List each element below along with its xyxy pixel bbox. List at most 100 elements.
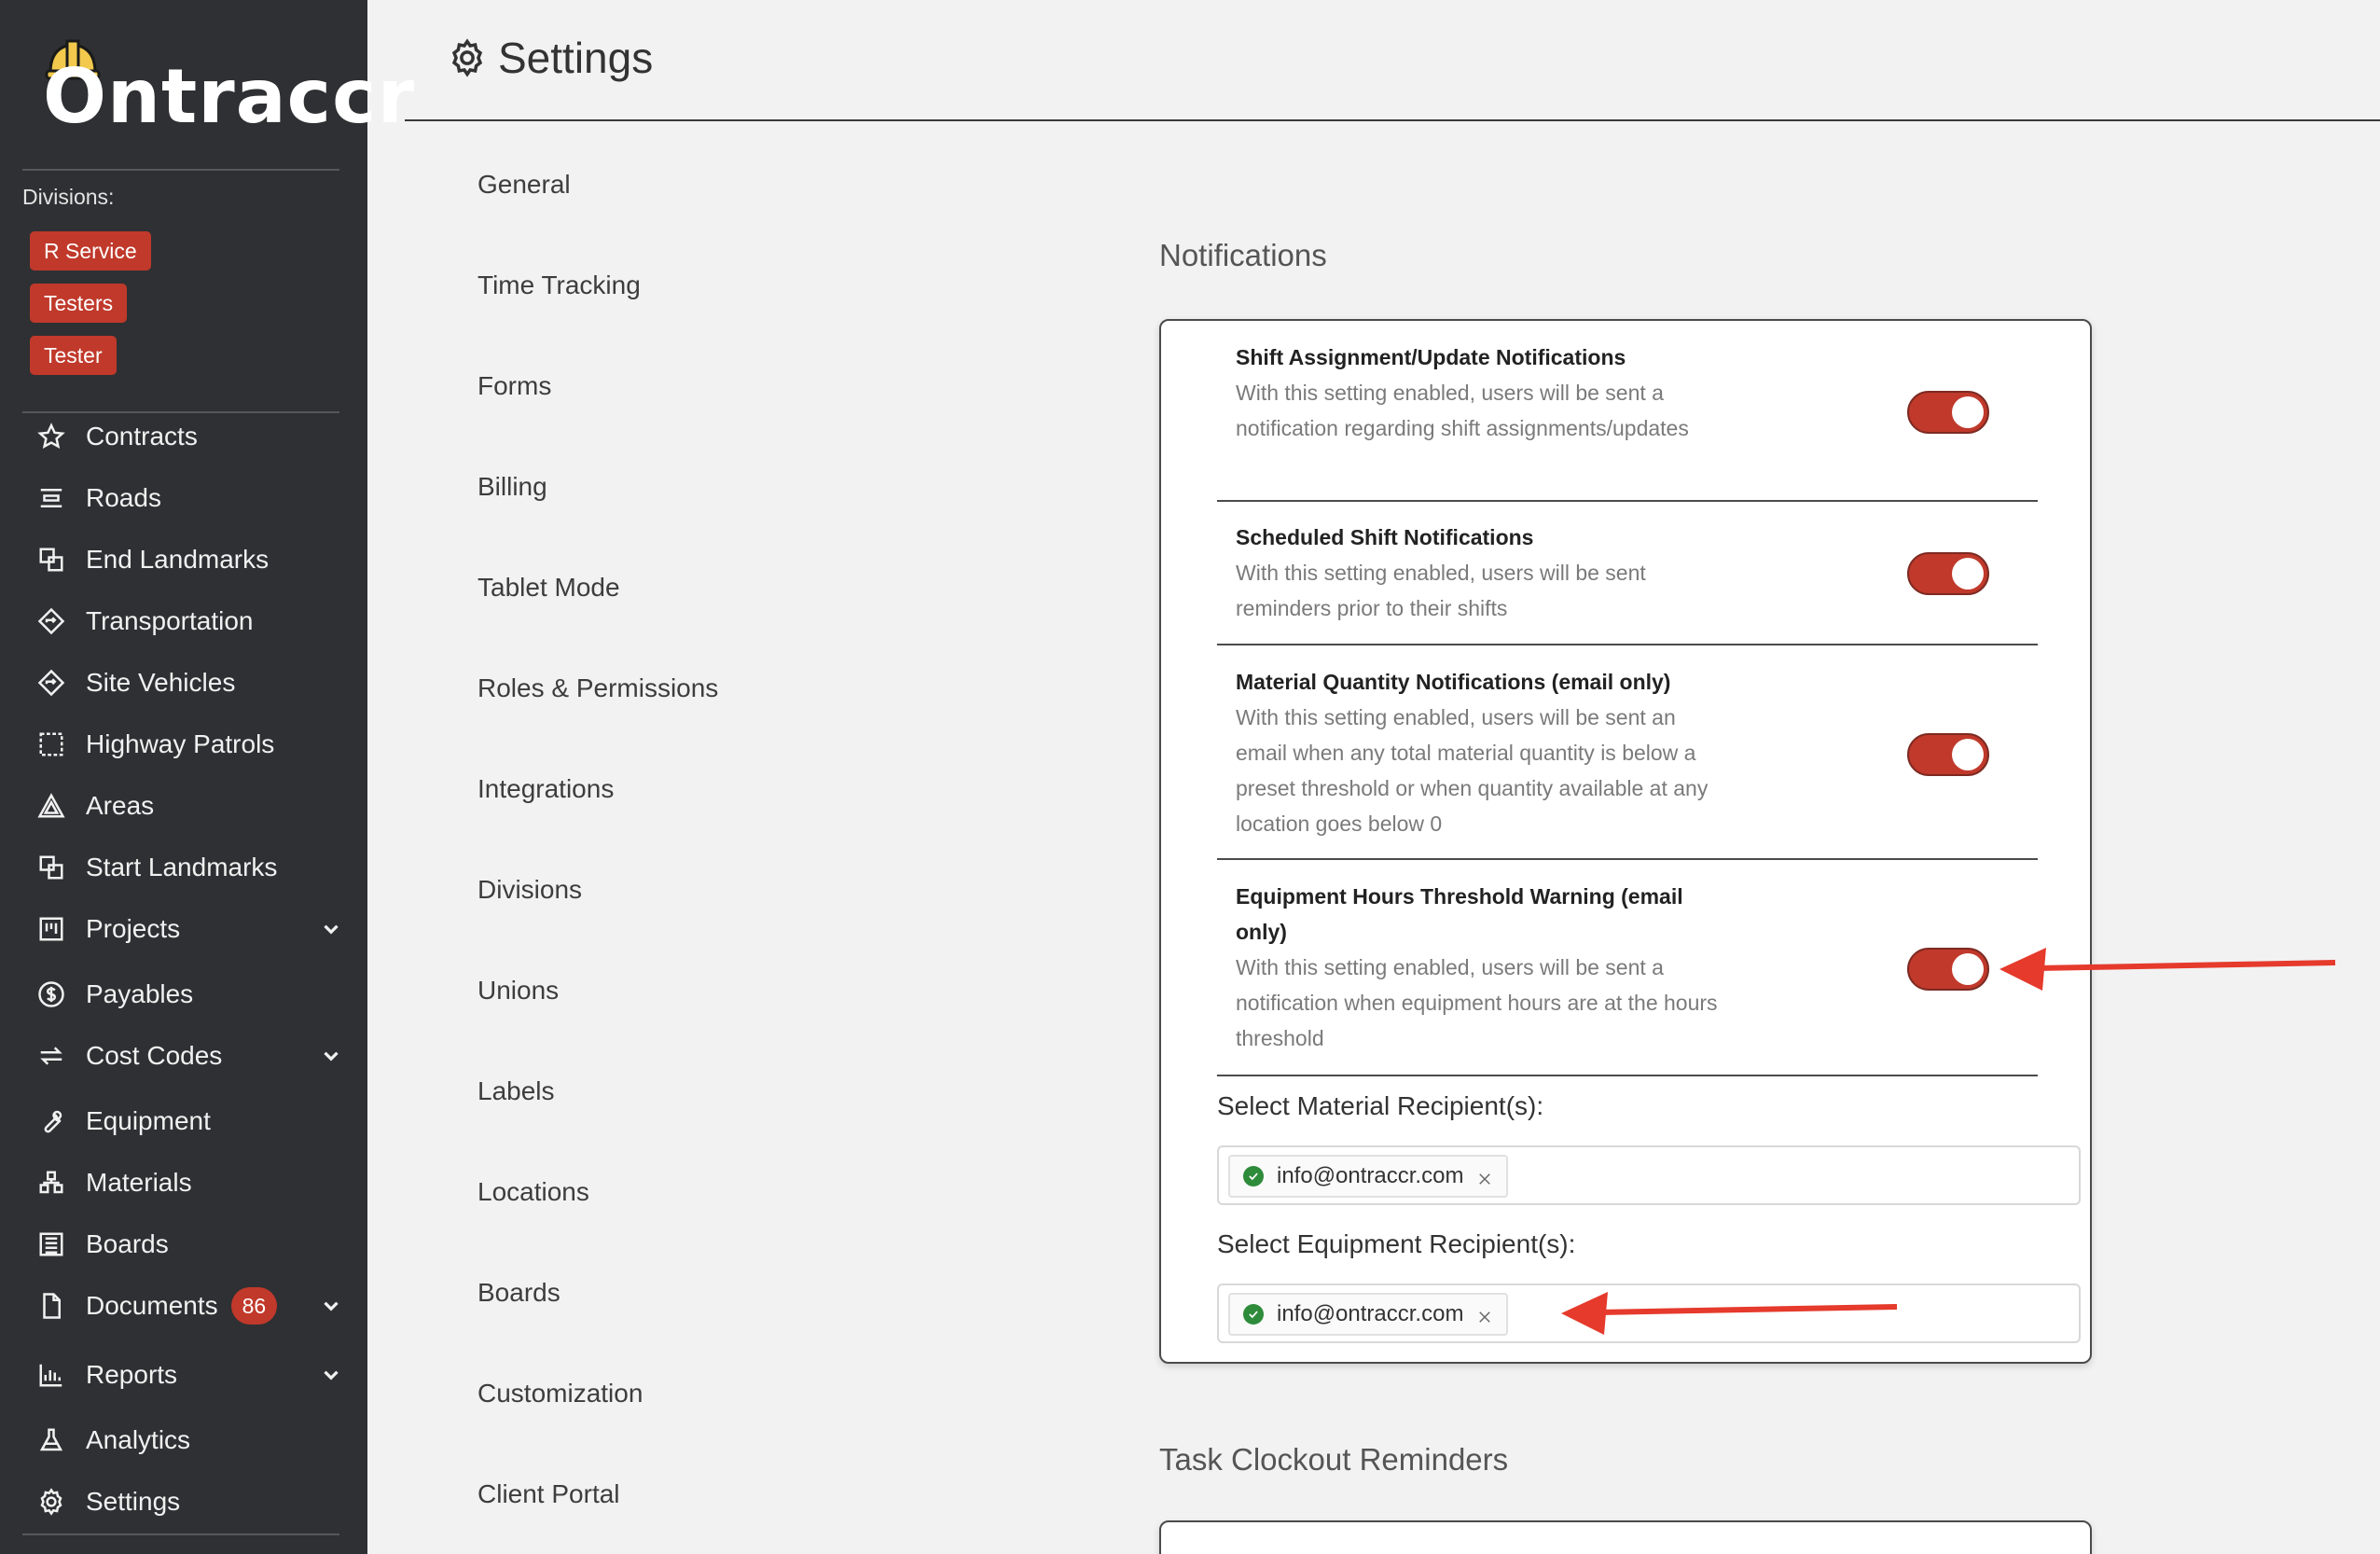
setting-description: With this setting enabled, users will be…: [1236, 705, 1709, 836]
layers-icon: [35, 852, 67, 883]
recipient-email: info@ontraccr.com: [1277, 1163, 1464, 1188]
setting-title: Equipment Hours Threshold Warning (email…: [1236, 884, 1683, 944]
project-icon: [35, 913, 67, 945]
chevron-down-icon[interactable]: [319, 1363, 343, 1387]
scheduled-shift-toggle[interactable]: [1907, 552, 1989, 595]
sidebar-item-label: Reports: [86, 1360, 178, 1389]
sidebar-item-label: Documents: [86, 1291, 218, 1320]
sidebar-item-contracts[interactable]: Contracts: [35, 413, 343, 460]
setting-title: Shift Assignment/Update Notifications: [1236, 345, 1626, 369]
division-tag-testers[interactable]: Testers: [30, 284, 128, 323]
settings-menu-unions[interactable]: Unions: [477, 972, 559, 1009]
star-icon: [35, 421, 67, 452]
road-icon: [35, 482, 67, 514]
sidebar-item-label: Boards: [86, 1229, 169, 1258]
equipment-hours-toggle[interactable]: [1907, 948, 1989, 991]
sidebar-item-highway-patrols[interactable]: Highway Patrols: [35, 721, 343, 768]
sidebar-item-analytics[interactable]: Analytics: [35, 1417, 343, 1464]
close-icon[interactable]: [1476, 1168, 1493, 1185]
sidebar-item-settings[interactable]: Settings: [35, 1478, 343, 1525]
settings-menu-locations[interactable]: Locations: [477, 1173, 589, 1211]
material-recipients-label: Select Material Recipient(s):: [1217, 1091, 1544, 1120]
notifications-card: Shift Assignment/Update Notifications Wi…: [1159, 319, 2092, 1364]
document-icon: [35, 1290, 67, 1322]
sidebar-item-label: Equipment: [86, 1106, 211, 1135]
annotation-arrow-toggle: [1999, 948, 2336, 991]
board-icon: [35, 1228, 67, 1260]
sidebar-item-label: Highway Patrols: [86, 729, 275, 758]
settings-menu-tablet-mode[interactable]: Tablet Mode: [477, 569, 620, 606]
setting-title: Scheduled Shift Notifications: [1236, 525, 1534, 549]
settings-menu-general[interactable]: General: [477, 166, 571, 203]
setting-title: Material Quantity Notifications (email o…: [1236, 670, 1671, 694]
brand-wordmark: Ontraccr: [43, 53, 415, 140]
division-tag-r-service[interactable]: R Service: [30, 231, 151, 271]
swap-icon: [35, 1040, 67, 1072]
sidebar-item-label: Areas: [86, 791, 155, 820]
settings-menu-boards[interactable]: Boards: [477, 1274, 560, 1311]
sidebar-item-materials[interactable]: Materials: [35, 1159, 343, 1206]
sidebar-item-label: Contracts: [86, 422, 198, 451]
chevron-down-icon[interactable]: [319, 1044, 343, 1068]
close-icon[interactable]: [1476, 1306, 1493, 1323]
sidebar-item-payables[interactable]: Payables: [35, 971, 343, 1018]
brand-logo[interactable]: Ontraccr: [43, 34, 414, 134]
sidebar-item-boards[interactable]: Boards: [35, 1221, 343, 1268]
diamond-route-icon: [35, 667, 67, 699]
sidebar-item-end-landmarks[interactable]: End Landmarks: [35, 536, 343, 583]
setting-row-shift-assignment: Shift Assignment/Update Notifications Wi…: [1161, 340, 2090, 496]
sidebar-item-label: Start Landmarks: [86, 853, 278, 881]
settings-menu-time-tracking[interactable]: Time Tracking: [477, 267, 641, 304]
setting-row-material-quantity: Material Quantity Notifications (email o…: [1161, 664, 2090, 860]
setting-row-clockout-reminder: Clockout Reminder Notifications: [1161, 1545, 2090, 1554]
documents-count-badge: 86: [230, 1287, 278, 1325]
settings-menu-client-portal[interactable]: Client Portal: [477, 1476, 620, 1513]
sidebar-item-areas[interactable]: Areas: [35, 783, 343, 829]
setting-row-equipment-hours: Equipment Hours Threshold Warning (email…: [1161, 879, 2090, 1056]
sidebar: Ontraccr Divisions: R Service Testers Te…: [0, 0, 414, 1554]
sidebar-item-roads[interactable]: Roads: [35, 475, 343, 521]
setting-description: With this setting enabled, users will be…: [1236, 381, 1689, 440]
sidebar-item-start-landmarks[interactable]: Start Landmarks: [35, 844, 343, 891]
sidebar-item-documents[interactable]: Documents 86: [35, 1283, 343, 1329]
wrench-icon: [35, 1105, 67, 1137]
sidebar-item-label: Cost Codes: [86, 1041, 223, 1070]
recipient-chip: info@ontraccr.com: [1228, 1155, 1509, 1198]
settings-menu-customization[interactable]: Customization: [477, 1375, 643, 1412]
setting-description: With this setting enabled, users will be…: [1236, 561, 1646, 620]
sidebar-item-label: Roads: [86, 483, 161, 512]
settings-menu-integrations[interactable]: Integrations: [477, 770, 614, 808]
recipient-email: info@ontraccr.com: [1277, 1301, 1464, 1326]
sidebar-item-label: Payables: [86, 979, 194, 1008]
settings-menu-forms[interactable]: Forms: [477, 368, 551, 405]
gear-icon: [35, 1486, 67, 1518]
sidebar-item-equipment[interactable]: Equipment: [35, 1098, 343, 1145]
division-tag-tester[interactable]: Tester: [30, 336, 117, 375]
gear-icon: [451, 38, 483, 77]
sidebar-item-transportation[interactable]: Transportation: [35, 598, 343, 645]
row-divider: [1217, 1075, 2038, 1076]
shift-assignment-toggle[interactable]: [1907, 391, 1989, 434]
sidebar-item-label: Analytics: [86, 1425, 191, 1454]
chevron-down-icon[interactable]: [319, 1294, 343, 1318]
sidebar-item-label: Materials: [86, 1168, 192, 1197]
material-recipients-select[interactable]: info@ontraccr.com: [1217, 1145, 2081, 1205]
material-quantity-toggle[interactable]: [1907, 733, 1989, 776]
task-clockout-card: Clockout Reminder Notifications: [1159, 1520, 2092, 1554]
row-divider: [1217, 858, 2038, 860]
sidebar-item-projects[interactable]: Projects: [35, 906, 343, 952]
sidebar-item-label: End Landmarks: [86, 545, 270, 574]
sidebar-item-site-vehicles[interactable]: Site Vehicles: [35, 659, 343, 706]
page-title-text: Settings: [498, 34, 654, 82]
divisions-label: Divisions:: [22, 185, 115, 209]
boxes-icon: [35, 1167, 67, 1199]
settings-menu-billing[interactable]: Billing: [477, 468, 547, 506]
page-title: Settings: [448, 30, 653, 86]
settings-menu-labels[interactable]: Labels: [477, 1073, 555, 1110]
task-clockout-section-title: Task Clockout Reminders: [1159, 1442, 1509, 1477]
sidebar-item-cost-codes[interactable]: Cost Codes: [35, 1033, 343, 1079]
settings-menu-roles-permissions[interactable]: Roles & Permissions: [477, 670, 718, 707]
sidebar-item-reports[interactable]: Reports: [35, 1352, 343, 1398]
settings-menu-divisions[interactable]: Divisions: [477, 871, 582, 909]
chevron-down-icon[interactable]: [319, 917, 343, 941]
